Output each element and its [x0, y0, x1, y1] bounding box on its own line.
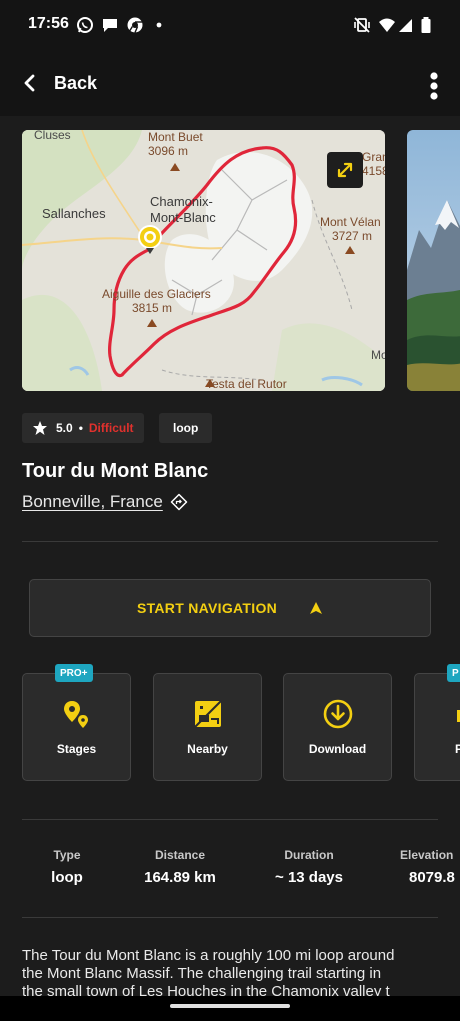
pro-plus-label: PRO+: [60, 667, 88, 679]
map-label-grand: Grand: [362, 150, 385, 164]
action-stages-label: Stages: [56, 742, 97, 756]
stat-type: Type loop: [22, 848, 112, 886]
trail-location-link[interactable]: Bonneville, France: [22, 492, 163, 512]
action-download-label: Download: [308, 742, 367, 756]
back-button[interactable]: Back: [14, 64, 105, 102]
peak-icon-buet: [170, 163, 180, 171]
description-line: The Tour du Mont Blanc is a roughly 100 …: [22, 947, 395, 964]
chat-bubble-icon: [103, 19, 117, 32]
map-label-velan-1: Mont Vélan: [320, 215, 381, 229]
description-line: the small town of Les Houches in the Cha…: [22, 983, 390, 996]
trail-description: The Tour du Mont Blanc is a roughly 100 …: [22, 947, 438, 996]
status-time: 17:56: [28, 15, 69, 32]
stat-elevation-value: 8079.8: [409, 869, 455, 886]
battery-icon: [421, 17, 431, 33]
start-marker-icon[interactable]: [137, 224, 163, 256]
action-download[interactable]: Download: [283, 673, 392, 781]
start-navigation-label: START NAVIGATION: [136, 600, 278, 616]
location-row[interactable]: Bonneville, France: [22, 492, 188, 512]
map-label-chamonix-2: Mont-Blanc: [150, 210, 216, 225]
map-label-glaciers-1: Aiguille des Glaciers: [102, 287, 211, 301]
download-icon: [323, 699, 352, 729]
stat-distance-value: 164.89 km: [144, 869, 216, 886]
star-icon: [33, 421, 47, 435]
pro-badge: P: [447, 664, 460, 682]
separator-dot: •: [78, 421, 83, 435]
map-label-testa: Testa del Rutor: [206, 377, 287, 391]
map-label-mont-buet-elev: 3096 m: [148, 144, 189, 158]
stat-distance-label: Distance: [154, 848, 206, 862]
stages-pin-icon: [63, 701, 88, 728]
section-divider: [22, 541, 438, 542]
whatsapp-icon: [77, 17, 93, 33]
route-map[interactable]: Cluses Mont Buet 3096 m Sallanches Chamo…: [22, 130, 385, 391]
rating-value: 5.0: [56, 421, 73, 435]
status-bar: 17:56: [0, 0, 460, 50]
trail-photo-thumbnail[interactable]: [407, 130, 460, 391]
expand-icon: [337, 162, 353, 178]
app-bar: Back: [0, 50, 460, 116]
map-label-sallanches: Sallanches: [42, 206, 106, 221]
directions-icon[interactable]: [170, 493, 188, 511]
arrow-left-icon: [24, 74, 35, 92]
start-navigation-button[interactable]: START NAVIGATION: [29, 579, 431, 637]
section-divider: [22, 917, 438, 918]
map-label-grand-elev: 4158: [362, 164, 385, 178]
stat-duration-value: ~ 13 days: [275, 869, 343, 886]
mountain-photo: [407, 130, 460, 391]
rating-difficulty-chip: 5.0 • Difficult: [22, 413, 144, 443]
peak-icon-velan: [345, 246, 355, 254]
home-gesture-handle[interactable]: [170, 1004, 290, 1008]
peak-icon-glaciers: [147, 319, 157, 327]
pro-badge-label: P: [452, 667, 459, 679]
vibrate-off-icon: [354, 17, 370, 33]
action-partial[interactable]: P P: [414, 664, 460, 781]
stat-duration: Duration ~ 13 days: [250, 848, 368, 886]
map-label-chamonix-1: Chamonix-: [150, 194, 213, 209]
nearby-icon: [193, 700, 222, 728]
section-divider: [22, 819, 438, 820]
trail-detail-content[interactable]: Cluses Mont Buet 3096 m Sallanches Chamo…: [0, 116, 460, 996]
chrome-icon: [127, 17, 143, 33]
navigation-arrow-icon: [310, 602, 323, 614]
map-label-mont-buet: Mont Buet: [148, 130, 203, 144]
stat-duration-label: Duration: [284, 848, 334, 862]
action-stages[interactable]: PRO+ Stages: [22, 664, 131, 781]
stat-type-label: Type: [53, 848, 81, 862]
difficulty-label: Difficult: [88, 421, 134, 435]
expand-map-button[interactable]: [327, 152, 363, 188]
gesture-navigation-bar: [0, 996, 460, 1021]
map-label-glaciers-2: 3815 m: [132, 301, 173, 315]
action-nearby-label: Nearby: [187, 742, 228, 756]
map-label-cluses: Cluses: [34, 130, 71, 142]
action-nearby[interactable]: Nearby: [153, 673, 262, 781]
stat-elevation: Elevation 8079.8: [396, 848, 460, 886]
type-chip: loop: [159, 413, 213, 443]
back-label: Back: [54, 72, 98, 93]
wifi-icon: [379, 18, 395, 32]
trail-title: Tour du Mont Blanc: [22, 460, 209, 482]
map-label-mo: Mo: [371, 348, 385, 362]
stat-elevation-label: Elevation: [400, 848, 454, 862]
description-line: the Mont Blanc Massif. The challenging t…: [22, 965, 382, 982]
signal-icon: [399, 19, 412, 32]
more-vertical-icon[interactable]: [420, 66, 448, 106]
action-partial-label: P: [455, 742, 460, 756]
notification-dot-icon: [156, 22, 162, 28]
stat-type-value: loop: [51, 869, 83, 886]
partial-icon: [457, 710, 460, 722]
map-label-velan-2: 3727 m: [332, 229, 373, 243]
type-chip-label: loop: [173, 421, 199, 435]
pro-plus-badge: PRO+: [55, 664, 93, 682]
stat-distance: Distance 164.89 km: [120, 848, 240, 886]
